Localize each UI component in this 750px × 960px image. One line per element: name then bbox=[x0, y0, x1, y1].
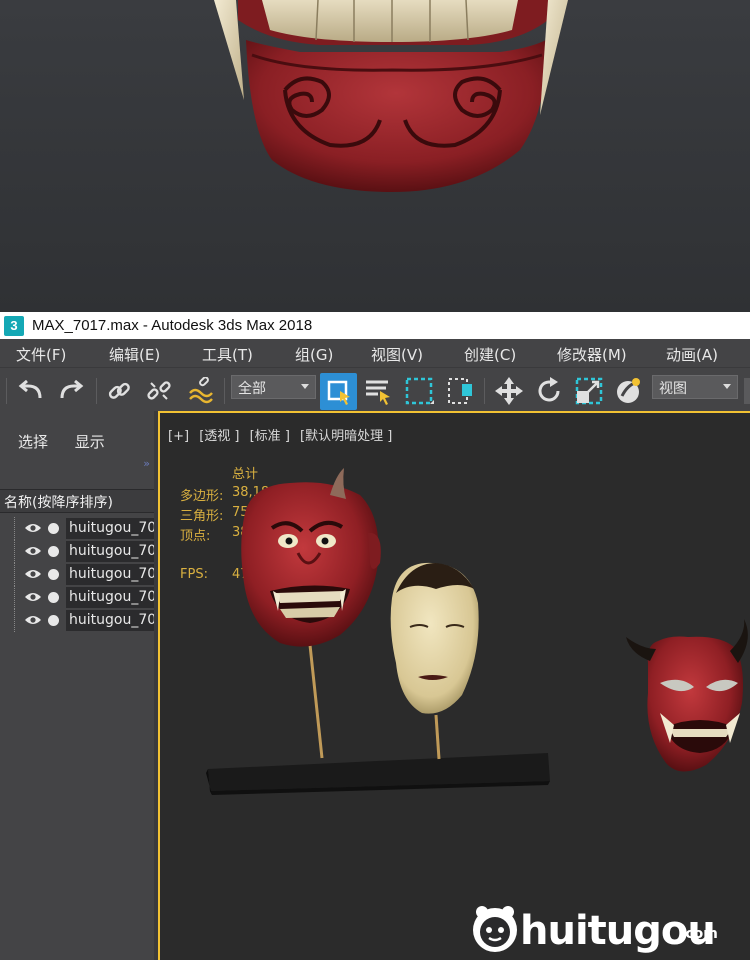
freeze-toggle-icon[interactable] bbox=[48, 592, 59, 603]
scene-explorer-panel: 选择 显示 » 名称(按降序排序) huitugou_7017 huitugou… bbox=[0, 411, 158, 960]
red-oni-mask bbox=[241, 468, 381, 647]
object-name: huitugou_7017 bbox=[66, 587, 154, 608]
eye-visibility-icon[interactable] bbox=[24, 590, 42, 608]
menu-tools[interactable]: 工具(T) bbox=[202, 344, 253, 365]
object-name: huitugou_7017 bbox=[66, 564, 154, 585]
display-base bbox=[206, 753, 550, 795]
eye-visibility-icon[interactable] bbox=[24, 521, 42, 539]
select-and-scale-icon[interactable] bbox=[574, 376, 604, 406]
toolbar-grip[interactable] bbox=[6, 378, 7, 404]
eye-visibility-icon[interactable] bbox=[24, 567, 42, 585]
object-name: huitugou_7017 bbox=[66, 610, 154, 631]
eye-visibility-icon[interactable] bbox=[24, 544, 42, 562]
list-item[interactable]: huitugou_7017 bbox=[0, 517, 154, 540]
menu-create[interactable]: 创建(C) bbox=[464, 344, 516, 365]
tree-line bbox=[14, 563, 24, 586]
toolbar-separator bbox=[96, 378, 97, 404]
bind-space-warp-icon[interactable] bbox=[186, 376, 216, 406]
list-item[interactable]: huitugou_7017 bbox=[0, 609, 154, 632]
scene-object-list: huitugou_7017 huitugou_7017 huitugou_701… bbox=[0, 517, 154, 632]
tree-line bbox=[14, 517, 24, 540]
render-preview bbox=[0, 0, 750, 312]
tab-select[interactable]: 选择 bbox=[18, 433, 48, 451]
toolbar-separator bbox=[224, 378, 225, 404]
stand-rod bbox=[434, 714, 441, 760]
chevron-down-icon bbox=[301, 384, 309, 389]
select-object-icon bbox=[327, 380, 350, 405]
selection-filter-value: 全部 bbox=[238, 381, 266, 397]
oni-mask-closeup-image bbox=[214, 0, 568, 192]
red-hannya-mask bbox=[626, 619, 748, 772]
menu-views[interactable]: 视图(V) bbox=[371, 344, 423, 365]
object-name: huitugou_7017 bbox=[66, 541, 154, 562]
object-name: huitugou_7017 bbox=[66, 518, 154, 539]
reference-coordinate-dropdown[interactable]: 视图 bbox=[652, 375, 738, 399]
noh-mask bbox=[390, 562, 479, 714]
toolbar-overflow[interactable] bbox=[744, 378, 750, 404]
main-toolbar: 全部 视图 bbox=[0, 367, 750, 411]
freeze-toggle-icon[interactable] bbox=[48, 546, 59, 557]
watermark-suffix: .com bbox=[680, 926, 718, 942]
3dsmax-app-icon[interactable]: 3 bbox=[4, 315, 24, 336]
freeze-toggle-icon[interactable] bbox=[48, 615, 59, 626]
freeze-toggle-icon[interactable] bbox=[48, 523, 59, 534]
window-crossing-icon[interactable] bbox=[446, 376, 476, 406]
reference-coordinate-value: 视图 bbox=[659, 381, 687, 397]
selection-filter-dropdown[interactable]: 全部 bbox=[231, 375, 316, 399]
list-item[interactable]: huitugou_7017 bbox=[0, 586, 154, 609]
scene-explorer-tabs: 选择 显示 bbox=[18, 431, 127, 452]
link-icon[interactable] bbox=[104, 376, 134, 406]
stand-rod bbox=[308, 644, 324, 759]
select-and-rotate-icon[interactable] bbox=[534, 376, 564, 406]
window-title: MAX_7017.max - Autodesk 3ds Max 2018 bbox=[32, 317, 313, 334]
list-item[interactable]: huitugou_7017 bbox=[0, 540, 154, 563]
undo-icon[interactable] bbox=[16, 376, 46, 406]
menu-edit[interactable]: 编辑(E) bbox=[109, 344, 160, 365]
tree-line bbox=[14, 586, 24, 609]
expand-panel-icon[interactable]: » bbox=[143, 457, 150, 470]
menu-group[interactable]: 组(G) bbox=[295, 344, 333, 365]
select-and-place-icon[interactable] bbox=[614, 376, 644, 406]
chevron-down-icon bbox=[723, 384, 731, 389]
select-by-name-icon[interactable] bbox=[364, 376, 394, 406]
select-and-move-icon[interactable] bbox=[494, 376, 524, 406]
select-object-button[interactable] bbox=[320, 373, 357, 410]
rectangular-selection-region-icon[interactable] bbox=[404, 376, 434, 406]
scene-render bbox=[206, 468, 748, 795]
eye-visibility-icon[interactable] bbox=[24, 613, 42, 631]
menu-file[interactable]: 文件(F) bbox=[16, 344, 66, 365]
tree-line bbox=[14, 609, 24, 632]
tab-display[interactable]: 显示 bbox=[75, 433, 105, 451]
toolbar-separator bbox=[484, 378, 485, 404]
freeze-toggle-icon[interactable] bbox=[48, 569, 59, 580]
menu-modifiers[interactable]: 修改器(M) bbox=[557, 344, 627, 365]
tree-line bbox=[14, 540, 24, 563]
menu-animation[interactable]: 动画(A) bbox=[666, 344, 718, 365]
redo-icon[interactable] bbox=[56, 376, 86, 406]
menu-bar: 文件(F) 编辑(E) 工具(T) 组(G) 视图(V) 创建(C) 修改器(M… bbox=[0, 339, 750, 367]
huitugou-watermark: huitugou .com bbox=[470, 900, 740, 960]
unlink-icon[interactable] bbox=[144, 376, 174, 406]
perspective-viewport[interactable]: [+] [透视 ] [标准 ] [默认明暗处理 ] 总计 多边形: 38,186… bbox=[158, 411, 750, 960]
title-bar: 3 MAX_7017.max - Autodesk 3ds Max 2018 bbox=[0, 312, 750, 339]
list-item[interactable]: huitugou_7017 bbox=[0, 563, 154, 586]
huitugou-logo-icon bbox=[473, 906, 517, 952]
name-column-header[interactable]: 名称(按降序排序) bbox=[0, 489, 154, 513]
